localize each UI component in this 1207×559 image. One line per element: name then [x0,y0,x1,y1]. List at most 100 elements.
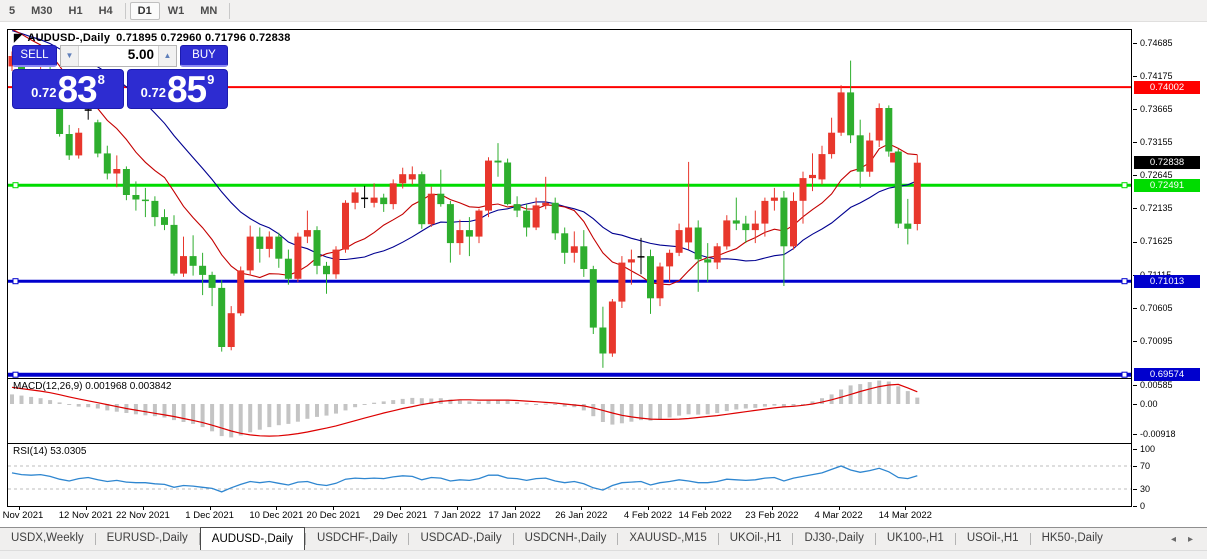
axis-tick-label: 0.70095 [1133,336,1173,346]
macd-histogram-bar [896,386,900,404]
macd-histogram-bar [39,398,43,404]
timeframe-button-h4[interactable]: H4 [91,3,121,19]
chart-tab-dj30-daily[interactable]: DJ30-,Daily [793,528,874,550]
chart-tab-hk50-daily[interactable]: HK50-,Daily [1031,528,1114,550]
rsi-pane[interactable] [8,444,1131,506]
price-axis[interactable]: 0.746850.741750.736650.731550.726450.721… [1133,29,1207,507]
macd-histogram-bar [458,401,462,405]
macd-histogram-bar [315,404,319,417]
macd-pane[interactable] [8,379,1131,443]
tab-scroll-controls: ◂▸ [1165,528,1207,550]
line-handle[interactable] [1122,279,1127,284]
volume-increase-icon[interactable]: ▲ [158,46,176,66]
candle-body [380,198,387,205]
volume-input[interactable]: 5.00 [79,46,158,66]
date-label: 7 Jan 2022 [434,510,481,521]
macd-histogram-bar [382,401,386,404]
one-click-trading-panel: SELL ▼ 5.00 ▲ BUY 0.72 83 8 0.72 85 9 [12,45,228,109]
line-handle[interactable] [13,279,18,284]
macd-histogram-bar [696,404,700,415]
sell-button[interactable]: SELL [12,45,57,67]
candle-body [752,224,759,231]
timeframe-button-mn[interactable]: MN [192,3,225,19]
macd-histogram-bar [143,404,147,415]
candle-body [571,246,578,253]
timeframe-button-m30[interactable]: M30 [23,3,60,19]
macd-histogram-bar [20,396,24,404]
date-axis[interactable]: 3 Nov 202112 Nov 202122 Nov 20211 Dec 20… [7,507,1132,524]
macd-histogram-bar [210,404,214,431]
chart-tab-usdcnh-daily[interactable]: USDCNH-,Daily [514,528,618,550]
chart-tab-usdcad-daily[interactable]: USDCAD-,Daily [409,528,512,550]
line-handle[interactable] [13,372,18,377]
price-level-label: 0.74002 [1134,81,1200,94]
tab-scroll-right-icon[interactable]: ▸ [1182,534,1199,545]
candle-body [361,198,368,200]
date-label: 22 Nov 2021 [116,510,170,521]
candle-body [132,195,139,200]
candle-body [542,203,549,206]
macd-histogram-bar [239,404,243,436]
macd-histogram-bar [877,381,881,405]
date-label: 12 Nov 2021 [59,510,113,521]
timeframe-button-d1[interactable]: D1 [130,2,160,20]
macd-histogram-bar [582,404,586,410]
candle-body [723,220,730,246]
line-handle[interactable] [1122,183,1127,188]
macd-signal-line [12,384,917,436]
line-handle[interactable] [1122,372,1127,377]
candle-body [618,263,625,302]
candle-body [190,256,197,266]
macd-histogram-bar [858,384,862,404]
candle-body [209,275,216,288]
macd-histogram-bar [687,404,691,414]
candle-body [161,217,168,225]
chart-tab-xauusd-m15[interactable]: XAUUSD-,M15 [618,528,717,550]
macd-histogram-bar [229,404,233,437]
timeframe-button-5[interactable]: 5 [1,3,23,19]
macd-histogram-bar [277,404,281,425]
volume-decrease-icon[interactable]: ▼ [61,46,79,66]
line-handle[interactable] [13,183,18,188]
expand-panel-icon[interactable]: ◤ [14,33,22,43]
chart-tab-audusd-daily[interactable]: AUDUSD-,Daily [200,527,305,550]
sell-price-button[interactable]: 0.72 83 8 [12,69,124,109]
chart-tab-uk100-h1[interactable]: UK100-,H1 [876,528,955,550]
macd-histogram-bar [649,404,653,421]
timeframe-button-h1[interactable]: H1 [61,3,91,19]
candle-body [876,108,883,141]
candle-body [647,256,654,298]
candle-body [514,204,521,211]
candle-body [409,174,416,179]
chart-tab-usdx-weekly[interactable]: USDX,Weekly [0,528,95,550]
candle-body [294,237,301,279]
macd-histogram-bar [10,394,14,404]
chart-area[interactable]: ◤ AUDUSD-,Daily 0.71895 0.72960 0.71796 … [7,29,1132,507]
chart-symbol-label: AUDUSD-,Daily [27,32,110,44]
candle-body [256,237,263,249]
candle-body [895,152,902,224]
axis-tick-label: 0.74175 [1133,71,1173,81]
candle-body [104,153,111,173]
buy-price-button[interactable]: 0.72 85 9 [127,69,228,109]
axis-tick-label: 0.74685 [1133,38,1173,48]
macd-histogram-bar [763,404,767,407]
candle-body [838,92,845,132]
macd-histogram-bar [48,400,52,404]
buy-button[interactable]: BUY [180,45,228,67]
macd-histogram-bar [725,404,729,411]
candle-body [123,169,130,195]
timeframe-button-w1[interactable]: W1 [160,3,193,19]
macd-histogram-bar [67,404,71,405]
date-label: 14 Feb 2022 [678,510,731,521]
sell-price-prefix: 0.72 [31,85,56,100]
chart-tab-usdchf-daily[interactable]: USDCHF-,Daily [306,528,409,550]
chart-tab-usoil-h1[interactable]: USOil-,H1 [956,528,1030,550]
candle-body [314,230,321,266]
candle-body [466,230,473,237]
chart-tab-eurusd-daily[interactable]: EURUSD-,Daily [96,528,199,550]
chart-tab-bar: USDX,WeeklyEURUSD-,DailyAUDUSD-,DailyUSD… [0,527,1207,550]
tab-scroll-left-icon[interactable]: ◂ [1165,534,1182,545]
macd-histogram-bar [305,404,309,419]
chart-tab-ukoil-h1[interactable]: UKOil-,H1 [719,528,793,550]
